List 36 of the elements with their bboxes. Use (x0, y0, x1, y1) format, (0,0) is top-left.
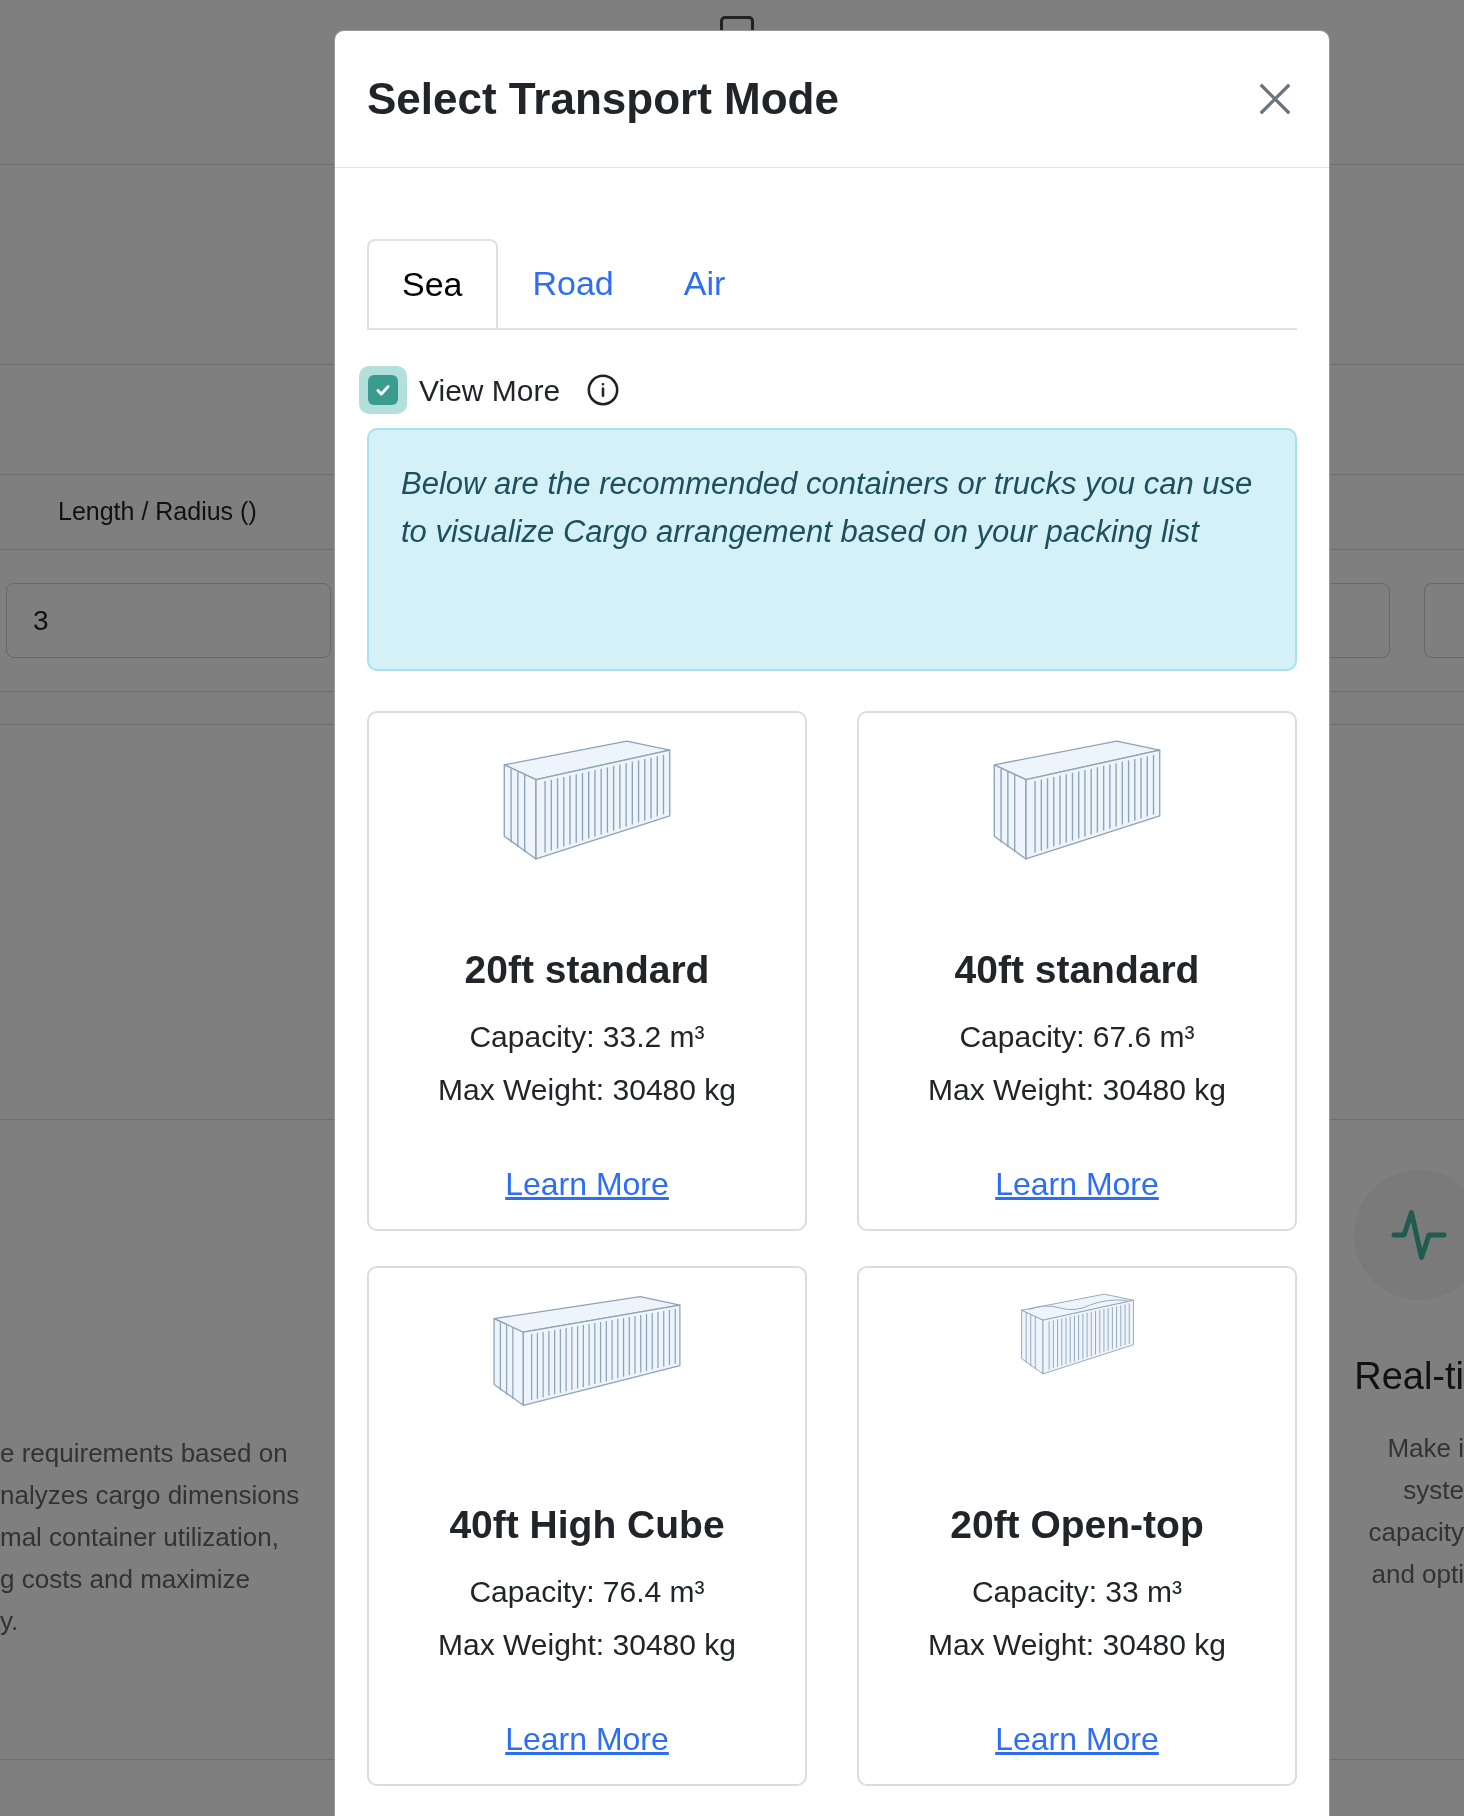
description-text: and opti (1371, 1558, 1464, 1591)
description-text: e requirements based on (0, 1437, 289, 1470)
max-weight-text: Max Weight: 30480 kg (438, 1071, 736, 1108)
card-title: 40ft standard (954, 947, 1200, 993)
capacity-text: Capacity: 76.4 m³ (469, 1573, 705, 1610)
card-title: 40ft High Cube (449, 1502, 725, 1548)
tab[interactable]: Sea (367, 239, 498, 328)
description-text: nalyzes cargo dimensions (0, 1479, 300, 1512)
learn-more-link[interactable]: Learn More (505, 1714, 669, 1763)
capacity-text: Capacity: 33 m³ (971, 1573, 1183, 1610)
modal-title: Select Transport Mode (367, 73, 839, 125)
tab[interactable]: Air (648, 239, 761, 328)
capacity-text: Capacity: 33.2 m³ (469, 1018, 705, 1055)
learn-more-link[interactable]: Learn More (995, 1714, 1159, 1763)
number-input[interactable]: 3 (6, 583, 331, 658)
description-text: y. (0, 1605, 20, 1638)
checkbox-label: View More (419, 372, 561, 409)
description-text: mal container utilization, (0, 1521, 280, 1554)
checkbox[interactable] (359, 366, 407, 414)
description-text: capacity (1368, 1516, 1464, 1549)
feature-title: Real-ti (1354, 1354, 1464, 1399)
capacity-text: Capacity: 67.6 m³ (959, 1018, 1195, 1055)
description-text: Make i (1387, 1432, 1464, 1465)
learn-more-link[interactable]: Learn More (995, 1159, 1159, 1208)
learn-more-link[interactable]: Learn More (505, 1159, 669, 1208)
column-header: Length / Radius () (58, 496, 257, 528)
description-text: syste (1403, 1474, 1464, 1507)
max-weight-text: Max Weight: 30480 kg (438, 1626, 736, 1663)
info-icon[interactable] (586, 373, 621, 407)
card-title: 20ft standard (464, 947, 710, 993)
tab[interactable]: Road (497, 239, 649, 328)
description-text: g costs and maximize (0, 1563, 251, 1596)
info-alert: Below are the recommended containers or trucks you can use to visualize Cargo arrangement based on your packing list (367, 428, 1297, 671)
max-weight-text: Max Weight: 30480 kg (928, 1071, 1226, 1108)
max-weight-text: Max Weight: 30480 kg (928, 1626, 1226, 1663)
card-title: 20ft Open-top (950, 1502, 1204, 1548)
